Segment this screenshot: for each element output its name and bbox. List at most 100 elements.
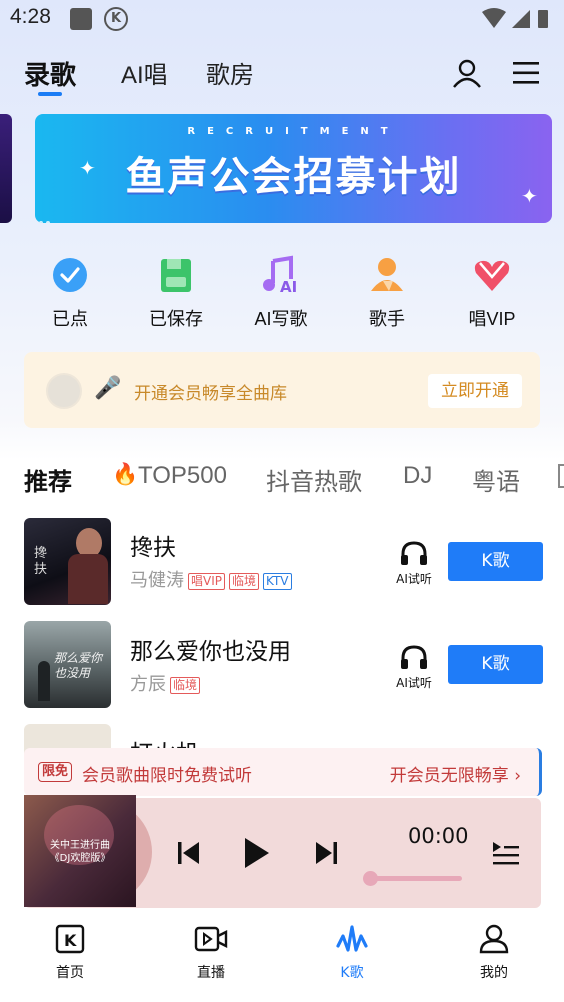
vip-promo-strip[interactable]: 🎤 开通会员畅享全曲库 立即开通	[24, 352, 540, 428]
category-douyin[interactable]: 抖音热歌	[266, 462, 362, 497]
tag-linjing: 临境	[170, 676, 201, 694]
next-icon[interactable]	[315, 841, 337, 865]
tag-vip: 唱VIP	[188, 572, 225, 590]
quick-action-queued[interactable]: 已点	[20, 255, 120, 331]
cover-figure	[38, 661, 50, 701]
quick-action-vip[interactable]: 唱VIP	[442, 255, 542, 331]
player-cover-line: 关中王进行曲	[50, 840, 110, 851]
tag-linjing: 临境	[229, 572, 260, 590]
banner-pager	[39, 210, 53, 223]
tab-indicator	[38, 92, 62, 96]
headphones-icon	[401, 645, 427, 669]
playback-time: 00:00	[408, 824, 469, 848]
player-cover-line: 《DJ欢腔版》	[49, 853, 111, 864]
ai-listen-button[interactable]: AI试听	[390, 644, 438, 691]
quick-action-saved[interactable]: 已保存	[126, 255, 226, 331]
singer-icon	[371, 258, 403, 291]
song-title[interactable]: 搀扶	[130, 528, 176, 562]
chevron-right-icon: ›	[508, 766, 521, 786]
category-top500[interactable]: TOP500	[138, 462, 227, 490]
previous-icon[interactable]	[178, 841, 200, 865]
quick-action-label: 歌手	[369, 309, 405, 329]
cover-figure-body	[68, 554, 108, 604]
song-artist-row: 马健涛 唱VIP 临境 KTV	[130, 566, 292, 592]
k-wave-icon	[336, 925, 368, 952]
quick-action-singer[interactable]: 歌手	[337, 255, 437, 331]
player-cover-text: 关中王进行曲 《DJ欢腔版》	[24, 839, 136, 865]
quick-action-ai-write[interactable]: AI AI写歌	[231, 255, 331, 331]
profile-icon	[479, 924, 509, 954]
category-recommend[interactable]: 推荐	[24, 462, 72, 497]
battery-icon	[538, 10, 548, 28]
mini-player[interactable]: 关中王进行曲 《DJ欢腔版》 00:00	[24, 795, 541, 908]
ai-listen-label: AI试听	[396, 676, 432, 690]
free-trial-promo[interactable]: 限免 会员歌曲限时免费试听 开会员无限畅享 ›	[24, 748, 542, 796]
category-dj[interactable]: DJ	[403, 462, 432, 490]
playlist-icon[interactable]	[493, 840, 519, 866]
signal-icon	[512, 10, 530, 28]
vip-heart-icon	[474, 260, 510, 291]
tab-room[interactable]: 歌房	[206, 55, 254, 90]
fire-icon: 🔥	[112, 462, 139, 486]
nav-label: 我的	[480, 965, 508, 981]
promo-badge: 限免	[38, 762, 73, 782]
banner-previous[interactable]	[0, 114, 12, 223]
song-title[interactable]: 那么爱你也没用	[130, 632, 291, 666]
home-k-icon: K	[55, 924, 85, 954]
nav-live[interactable]: 直播	[171, 924, 251, 982]
song-artist: 马健涛	[130, 570, 184, 591]
avatar	[46, 373, 82, 409]
song-artist-row: 方辰 临境	[130, 670, 201, 696]
app-notification-icon: K	[104, 7, 128, 31]
play-icon[interactable]	[243, 836, 271, 870]
headphones-icon	[401, 541, 427, 565]
check-circle-icon	[53, 258, 87, 292]
vip-promo-text: 开通会员畅享全曲库	[134, 384, 287, 404]
promo-text: 会员歌曲限时免费试听	[82, 766, 252, 786]
microphone-icon: 🎤	[94, 376, 122, 401]
cover-text: 那么爱你也没用	[54, 651, 103, 680]
status-time: 4:28	[10, 5, 51, 28]
save-icon	[161, 259, 191, 292]
quick-action-label: 唱VIP	[468, 309, 516, 329]
sparkle-icon: ✦	[521, 184, 538, 208]
nav-home[interactable]: K 首页	[30, 924, 110, 982]
banner-subtitle: RECRUITMENT	[187, 126, 400, 137]
svg-text:AI: AI	[280, 278, 297, 295]
tab-record[interactable]: 录歌	[24, 55, 76, 92]
ai-listen-button[interactable]: AI试听	[390, 540, 438, 587]
cover-text: 搀扶	[34, 546, 48, 577]
song-title[interactable]: 打火机	[130, 734, 199, 748]
open-vip-button[interactable]: 立即开通	[428, 374, 522, 408]
nav-label: K歌	[340, 965, 364, 981]
recruitment-banner[interactable]: RECRUITMENT ✦ 鱼声公会招募计划 ✦	[35, 114, 552, 223]
wifi-icon	[482, 8, 506, 28]
player-cover[interactable]: 关中王进行曲 《DJ欢腔版》	[24, 795, 136, 907]
category-more-icon[interactable]	[558, 464, 564, 488]
menu-icon[interactable]	[513, 60, 541, 86]
song-cover[interactable]: 搀扶	[24, 518, 111, 605]
progress-track[interactable]	[368, 876, 462, 881]
user-icon[interactable]	[452, 58, 482, 88]
svg-text:K: K	[64, 931, 77, 950]
live-icon	[194, 926, 228, 952]
promo-link-label: 开会员无限畅享	[389, 766, 509, 786]
k-sing-button[interactable]: K歌	[448, 542, 543, 581]
tab-ai-sing[interactable]: AI唱	[121, 55, 168, 90]
nav-label: 直播	[197, 965, 225, 981]
quick-action-label: 已点	[52, 309, 88, 329]
promo-link[interactable]: 开会员无限畅享 ›	[390, 761, 521, 786]
status-icons	[482, 8, 548, 28]
category-cantonese[interactable]: 粤语	[472, 462, 520, 497]
banner-title: 鱼声公会招募计划	[125, 154, 462, 200]
quick-action-label: 已保存	[149, 309, 203, 329]
ai-music-icon: AI	[263, 255, 297, 296]
quick-action-label: AI写歌	[254, 309, 308, 329]
tag-ktv: KTV	[263, 572, 292, 590]
ai-listen-label: AI试听	[396, 572, 432, 586]
k-sing-button[interactable]: K歌	[448, 645, 543, 684]
nav-ksong[interactable]: K歌	[312, 924, 392, 982]
song-cover[interactable]: 那么爱你也没用	[24, 621, 111, 708]
progress-knob[interactable]	[363, 871, 378, 886]
nav-profile[interactable]: 我的	[454, 924, 534, 982]
